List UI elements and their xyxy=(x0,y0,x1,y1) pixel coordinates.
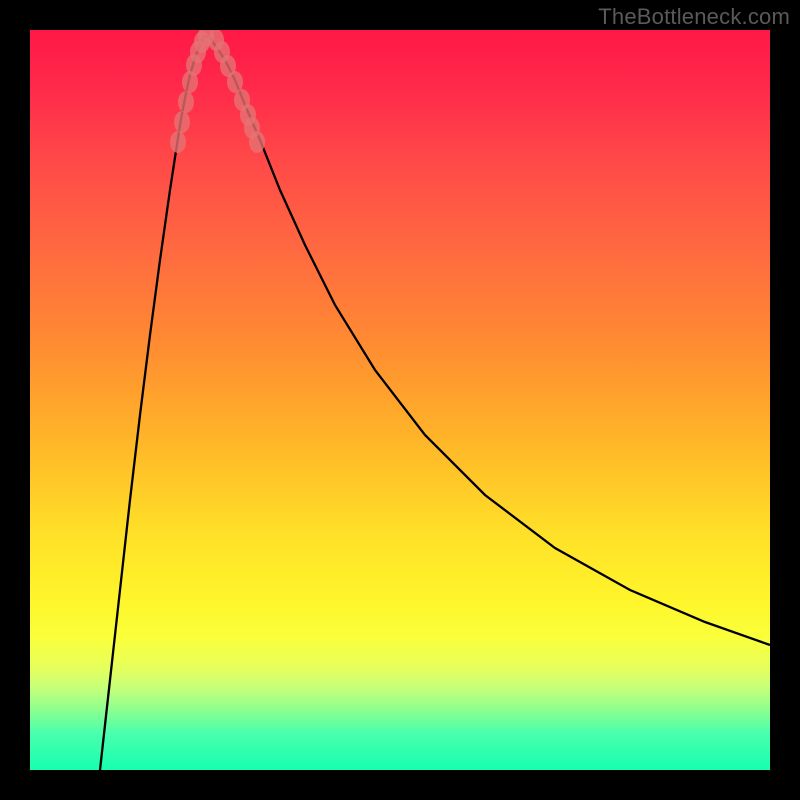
bead-left-1 xyxy=(174,111,190,133)
bead-left-2 xyxy=(178,91,194,113)
bead-left-0 xyxy=(170,131,186,153)
bead-group xyxy=(170,30,265,153)
plot-area xyxy=(30,30,770,770)
curves-svg xyxy=(30,30,770,770)
watermark-text: TheBottleneck.com xyxy=(598,4,790,30)
right-curve xyxy=(205,35,770,645)
chart-frame: TheBottleneck.com xyxy=(0,0,800,800)
bead-right-7 xyxy=(249,131,265,153)
left-curve xyxy=(100,35,205,770)
